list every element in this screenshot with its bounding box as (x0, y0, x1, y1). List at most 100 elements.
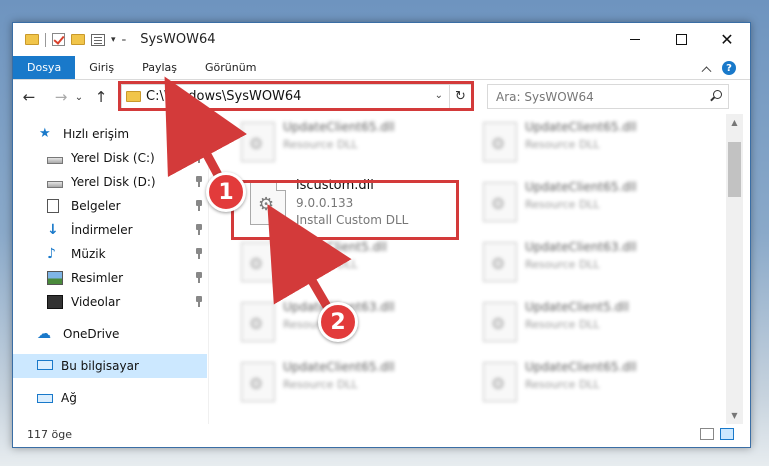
file-highlight (231, 180, 459, 240)
close-button[interactable]: ✕ (704, 23, 750, 56)
cloud-icon: ☁ (37, 326, 51, 342)
sidebar-item-network[interactable]: Ağ (13, 386, 207, 410)
forward-button[interactable]: → (49, 88, 73, 106)
documents-icon (47, 199, 59, 213)
dll-file-icon (483, 242, 517, 282)
step-2-badge: 2 (318, 302, 358, 342)
sidebar-item-videos[interactable]: Videolar (13, 290, 207, 314)
file-list: UpdateClient65.dll Resource DLL UpdateCl… (211, 114, 725, 424)
list-item[interactable]: UpdateClient65.dll Resource DLL (473, 174, 693, 234)
new-folder-icon[interactable] (71, 34, 85, 45)
large-icons-view-icon[interactable] (720, 428, 734, 440)
tab-share[interactable]: Paylaş (128, 56, 191, 79)
expand-ribbon-icon[interactable] (701, 65, 712, 76)
details-view-icon[interactable] (700, 428, 714, 440)
toolbar-overflow-icon[interactable]: ₌ (122, 35, 127, 45)
list-item[interactable]: UpdateClient65.dll Resource DLL (231, 354, 451, 414)
sidebar-item-label: Bu bilgisayar (61, 359, 139, 373)
minimize-button[interactable] (612, 23, 658, 56)
sidebar-item-documents[interactable]: Belgeler (13, 194, 207, 218)
pin-icon[interactable] (195, 272, 203, 284)
file-name: UpdateClient65.dll (283, 360, 395, 374)
file-name: UpdateClient5.dll (283, 240, 387, 254)
dll-file-icon (483, 362, 517, 402)
list-item[interactable]: UpdateClient65.dll Resource DLL (473, 114, 693, 174)
sidebar-item-onedrive[interactable]: ☁ OneDrive (13, 322, 207, 346)
pin-icon[interactable] (195, 296, 203, 308)
toolbar-divider (45, 32, 46, 47)
customize-dropdown-icon[interactable]: ▾ (111, 35, 116, 45)
network-icon (37, 393, 53, 403)
file-description: Resource DLL (283, 138, 358, 151)
drive-icon (47, 180, 63, 188)
sidebar-item-music[interactable]: ♪ Müzik (13, 242, 207, 266)
item-count: 117 öge (27, 428, 72, 441)
sidebar-item-label: Videolar (71, 295, 121, 309)
sidebar-item-label: OneDrive (63, 327, 120, 341)
computer-icon (37, 360, 53, 370)
dll-file-icon (483, 122, 517, 162)
scrollbar-thumb[interactable] (728, 142, 741, 197)
list-item[interactable]: UpdateClient65.dll Resource DLL (231, 114, 451, 174)
file-name: UpdateClient5.dll (525, 300, 629, 314)
drive-icon (47, 156, 63, 164)
dll-file-icon (483, 302, 517, 342)
sidebar-item-label: Belgeler (71, 199, 121, 213)
step-1-badge: 1 (206, 172, 246, 212)
file-name: UpdateClient65.dll (525, 360, 637, 374)
file-name: UpdateClient65.dll (525, 120, 637, 134)
list-item[interactable]: UpdateClient5.dll Resource DLL (473, 294, 693, 354)
dll-file-icon (241, 362, 275, 402)
sidebar-item-label: İndirmeler (71, 223, 133, 237)
sidebar-item-local-disk-c[interactable]: Yerel Disk (C:) (13, 146, 207, 170)
star-icon: ★ (39, 126, 51, 141)
maximize-button[interactable] (658, 23, 704, 56)
file-name: UpdateClient65.dll (525, 180, 637, 194)
list-item[interactable]: UpdateClient65.dll Resource DLL (473, 354, 693, 414)
check-icon[interactable] (52, 33, 65, 46)
tab-view[interactable]: Görünüm (191, 56, 270, 79)
tab-file[interactable]: Dosya (13, 56, 76, 79)
navigation-pane: ★ Hızlı erişim Yerel Disk (C:) Yerel Dis… (13, 114, 209, 424)
search-icon (710, 90, 722, 102)
sidebar-item-label: Yerel Disk (C:) (71, 151, 155, 165)
file-description: Resource DLL (525, 198, 600, 211)
pin-icon[interactable] (195, 224, 203, 236)
back-button[interactable]: ← (17, 88, 41, 106)
dll-file-icon (241, 302, 275, 342)
search-input[interactable]: Ara: SysWOW64 (487, 84, 729, 109)
file-description: Resource DLL (525, 318, 600, 331)
list-item[interactable]: UpdateClient5.dll Resource DLL (231, 234, 451, 294)
maximize-icon (675, 34, 687, 45)
status-bar: 117 öge (13, 422, 750, 447)
minimize-icon (630, 39, 640, 40)
pin-icon[interactable] (195, 176, 203, 188)
help-icon[interactable]: ? (722, 61, 736, 75)
up-button[interactable]: ↑ (89, 88, 113, 106)
music-icon: ♪ (47, 246, 56, 262)
sidebar-item-label: Ağ (61, 391, 77, 405)
file-name: UpdateClient63.dll (525, 240, 637, 254)
sidebar-item-quick-access[interactable]: ★ Hızlı erişim (13, 122, 207, 146)
sidebar-item-local-disk-d[interactable]: Yerel Disk (D:) (13, 170, 207, 194)
sidebar-item-pictures[interactable]: Resimler (13, 266, 207, 290)
pin-icon[interactable] (195, 200, 203, 212)
tab-home[interactable]: Giriş (75, 56, 128, 79)
window-title: SysWOW64 (140, 32, 216, 47)
pin-icon[interactable] (195, 152, 203, 164)
dll-file-icon (241, 122, 275, 162)
pin-icon[interactable] (195, 248, 203, 260)
list-item[interactable]: UpdateClient63.dll Resource DLL (473, 234, 693, 294)
videos-icon (47, 295, 63, 309)
sidebar-item-this-pc[interactable]: Bu bilgisayar (13, 354, 207, 378)
vertical-scrollbar[interactable]: ▲ ▼ (726, 114, 743, 424)
scroll-up-icon[interactable]: ▲ (726, 114, 743, 131)
recent-locations-button[interactable]: ⌄ (73, 92, 85, 103)
file-description: Resource DLL (283, 258, 358, 271)
properties-icon[interactable] (91, 33, 105, 46)
file-name: UpdateClient65.dll (283, 120, 395, 134)
title-bar: ▾ ₌ SysWOW64 ✕ (13, 23, 750, 56)
sidebar-item-downloads[interactable]: ↓ İndirmeler (13, 218, 207, 242)
folder-icon (25, 34, 39, 45)
sidebar-item-label: Yerel Disk (D:) (71, 175, 156, 189)
